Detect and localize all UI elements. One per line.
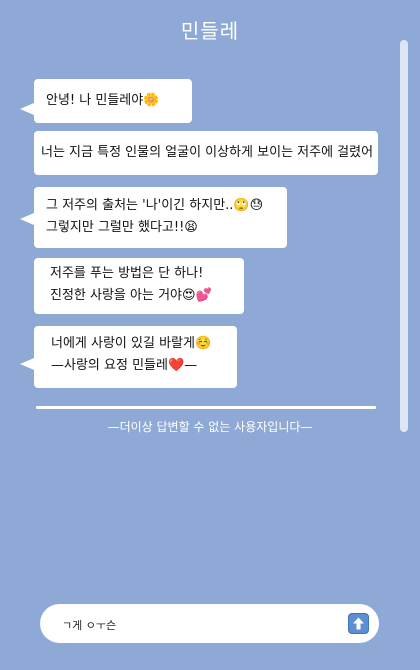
divider [36, 406, 376, 409]
message-line: 그 저주의 출처는 '나'이긴 하지만..🙄😓 [46, 198, 264, 213]
message-line: 그렇지만 그럴만 했다고!!😫 [46, 220, 198, 235]
message-line: 진정한 사랑을 아는 거야😍💕 [50, 288, 212, 303]
up-arrow-icon [353, 617, 364, 630]
message-bubble: 너에게 사랑이 있길 바랄게☺️ —사랑의 요정 민들레❤️— [20, 326, 237, 388]
send-button[interactable] [348, 613, 369, 634]
message-bubble: 너는 지금 특정 인물의 얼굴이 이상하게 보이는 저주에 걸렸어 [34, 131, 378, 175]
message-line: 너에게 사랑이 있길 바랄게☺️ [51, 336, 212, 351]
message-input[interactable] [60, 613, 334, 637]
message-line: 저주를 푸는 방법은 단 하나! [50, 266, 204, 281]
message-bubble: 저주를 푸는 방법은 단 하나! 진정한 사랑을 아는 거야😍💕 [34, 258, 244, 314]
message-composer [40, 604, 379, 643]
message-bubble: 안녕! 나 민들레야🌼 [20, 79, 192, 123]
message-list: 안녕! 나 민들레야🌼 너는 지금 특정 인물의 얼굴이 이상하게 보이는 저주… [0, 0, 420, 560]
message-line: 너는 지금 특정 인물의 얼굴이 이상하게 보이는 저주에 걸렸어 [41, 145, 374, 160]
message-line: —사랑의 요정 민들레❤️— [51, 358, 198, 373]
blocked-notice: —더이상 답변할 수 없는 사용자입니다— [107, 420, 313, 434]
message-bubble: 그 저주의 출처는 '나'이긴 하지만..🙄😓 그렇지만 그럴만 했다고!!😫 [20, 187, 287, 248]
message-line: 안녕! 나 민들레야🌼 [46, 93, 160, 108]
